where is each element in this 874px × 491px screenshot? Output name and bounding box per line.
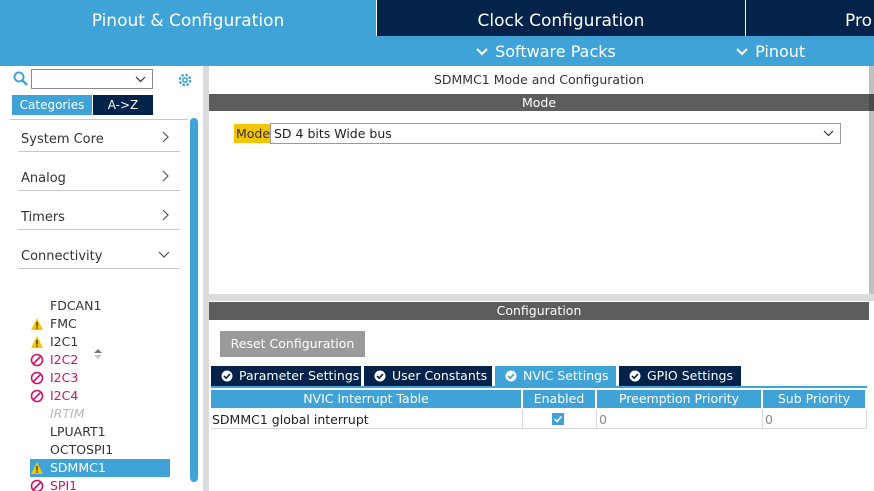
warning-icon: [31, 318, 43, 330]
categories-panel: Categories A->Z System Core Analog Timer…: [0, 66, 203, 491]
peripheral-label: I2C3: [50, 370, 79, 385]
check-circle-icon: [221, 370, 233, 382]
peripheral-label: LPUART1: [50, 424, 106, 439]
table-cell-preemption-priority[interactable]: 0: [597, 410, 763, 429]
tab-a-z[interactable]: A->Z: [93, 95, 153, 115]
peripheral-label: SDMMC1: [50, 460, 106, 475]
group-system-core[interactable]: System Core: [18, 130, 180, 152]
peripheral-i2c4[interactable]: I2C4: [30, 387, 170, 405]
group-label: System Core: [21, 132, 104, 147]
chevron-right-icon: [162, 130, 170, 148]
group-label: Connectivity: [21, 249, 103, 264]
configuration-tabs: Parameter Settings User Constants NVIC S…: [211, 366, 867, 386]
table-cell-interrupt-name: SDMMC1 global interrupt: [211, 410, 523, 429]
gear-icon[interactable]: [176, 71, 194, 89]
tab-project-manager[interactable]: Pro: [746, 0, 874, 36]
tab-clock-configuration[interactable]: Clock Configuration: [377, 0, 745, 36]
tab-label: NVIC Settings: [523, 368, 609, 383]
pinout-menu[interactable]: Pinout: [736, 36, 805, 66]
software-packs-menu[interactable]: Software Packs: [476, 36, 616, 66]
check-circle-icon: [505, 370, 517, 382]
peripheral-fdcan1[interactable]: FDCAN1: [30, 297, 170, 315]
search-icon[interactable]: [13, 71, 29, 87]
warning-icon: [31, 462, 43, 474]
peripheral-lpuart1[interactable]: LPUART1: [30, 423, 170, 441]
enabled-checkbox[interactable]: [552, 413, 564, 425]
left-scrollbar[interactable]: [190, 118, 198, 482]
tab-pinout-configuration[interactable]: Pinout & Configuration: [0, 0, 376, 36]
mode-select[interactable]: SD 4 bits Wide bus: [270, 123, 841, 144]
mode-field-label: Mode: [234, 124, 273, 143]
tab-nvic-settings[interactable]: NVIC Settings: [495, 366, 616, 386]
warning-icon: [31, 336, 43, 348]
tab-underline: [211, 386, 867, 388]
peripheral-spi1[interactable]: SPI1: [30, 477, 170, 491]
tab-user-constants[interactable]: User Constants: [364, 366, 492, 386]
group-connectivity[interactable]: Connectivity: [18, 247, 180, 269]
peripheral-i2c1[interactable]: I2C1: [30, 333, 170, 351]
column-header-enabled[interactable]: Enabled: [523, 390, 595, 408]
search-input[interactable]: [31, 69, 153, 89]
peripheral-i2c3[interactable]: I2C3: [30, 369, 170, 387]
tab-categories[interactable]: Categories: [12, 95, 92, 115]
peripheral-label: OCTOSPI1: [50, 442, 114, 457]
peripheral-fmc[interactable]: FMC: [30, 315, 170, 333]
tab-label: Parameter Settings: [239, 368, 360, 383]
chevron-down-icon[interactable]: [823, 124, 834, 149]
mode-select-value: SD 4 bits Wide bus: [274, 126, 392, 141]
right-scroll-edge-dark: [869, 94, 874, 111]
peripheral-label: I2C2: [50, 352, 79, 367]
column-header-preemption-priority[interactable]: Preemption Priority: [597, 390, 761, 408]
group-analog[interactable]: Analog: [18, 169, 180, 191]
check-circle-icon: [374, 370, 386, 382]
column-header-interrupt[interactable]: NVIC Interrupt Table: [211, 390, 521, 408]
panel-title: SDMMC1 Mode and Configuration: [433, 72, 645, 87]
sub-menu-bar: Software Packs Pinout: [0, 36, 874, 66]
group-timers[interactable]: Timers: [18, 208, 180, 230]
chevron-down-icon[interactable]: [135, 71, 146, 90]
peripheral-sdmmc1[interactable]: SDMMC1: [30, 459, 170, 477]
column-header-sub-priority[interactable]: Sub Priority: [763, 390, 865, 408]
configuration-section-header: Configuration: [209, 302, 869, 320]
group-label: Analog: [21, 171, 66, 186]
reset-configuration-button[interactable]: Reset Configuration: [220, 331, 365, 357]
mode-section-header: Mode: [209, 94, 869, 111]
peripheral-label: FMC: [50, 316, 77, 331]
peripheral-label: SPI1: [50, 478, 78, 491]
peripheral-label: I2C4: [50, 388, 79, 403]
chevron-right-icon: [162, 169, 170, 187]
tab-parameter-settings[interactable]: Parameter Settings: [211, 366, 361, 386]
tab-label: User Constants: [392, 368, 488, 383]
tab-gpio-settings[interactable]: GPIO Settings: [619, 366, 741, 386]
peripheral-irtim[interactable]: IRTIM: [30, 405, 170, 423]
pinout-menu-label: Pinout: [755, 42, 806, 61]
software-packs-label: Software Packs: [495, 42, 616, 61]
table-cell-sub-priority[interactable]: 0: [763, 410, 867, 429]
blocked-icon: [30, 353, 44, 367]
blocked-icon: [30, 371, 44, 385]
search-row: [0, 66, 203, 92]
group-label: Timers: [21, 210, 65, 225]
top-tab-bar: Pinout & Configuration Clock Configurati…: [0, 0, 874, 36]
chevron-down-icon: [158, 247, 170, 265]
peripheral-i2c2[interactable]: I2C2: [30, 351, 170, 369]
chevron-right-icon: [162, 208, 170, 226]
tab-label: GPIO Settings: [647, 368, 733, 383]
blocked-icon: [30, 479, 44, 491]
peripheral-label: IRTIM: [50, 406, 85, 421]
blocked-icon: [30, 389, 44, 403]
section-splitter[interactable]: [209, 294, 874, 301]
peripheral-label: FDCAN1: [50, 298, 102, 313]
mode-configuration-panel: SDMMC1 Mode and Configuration Mode Mode …: [209, 66, 874, 491]
check-circle-icon: [629, 370, 641, 382]
table-cell-enabled: [523, 410, 597, 429]
peripheral-octospi1[interactable]: OCTOSPI1: [30, 441, 170, 459]
peripheral-label: I2C1: [50, 334, 79, 349]
